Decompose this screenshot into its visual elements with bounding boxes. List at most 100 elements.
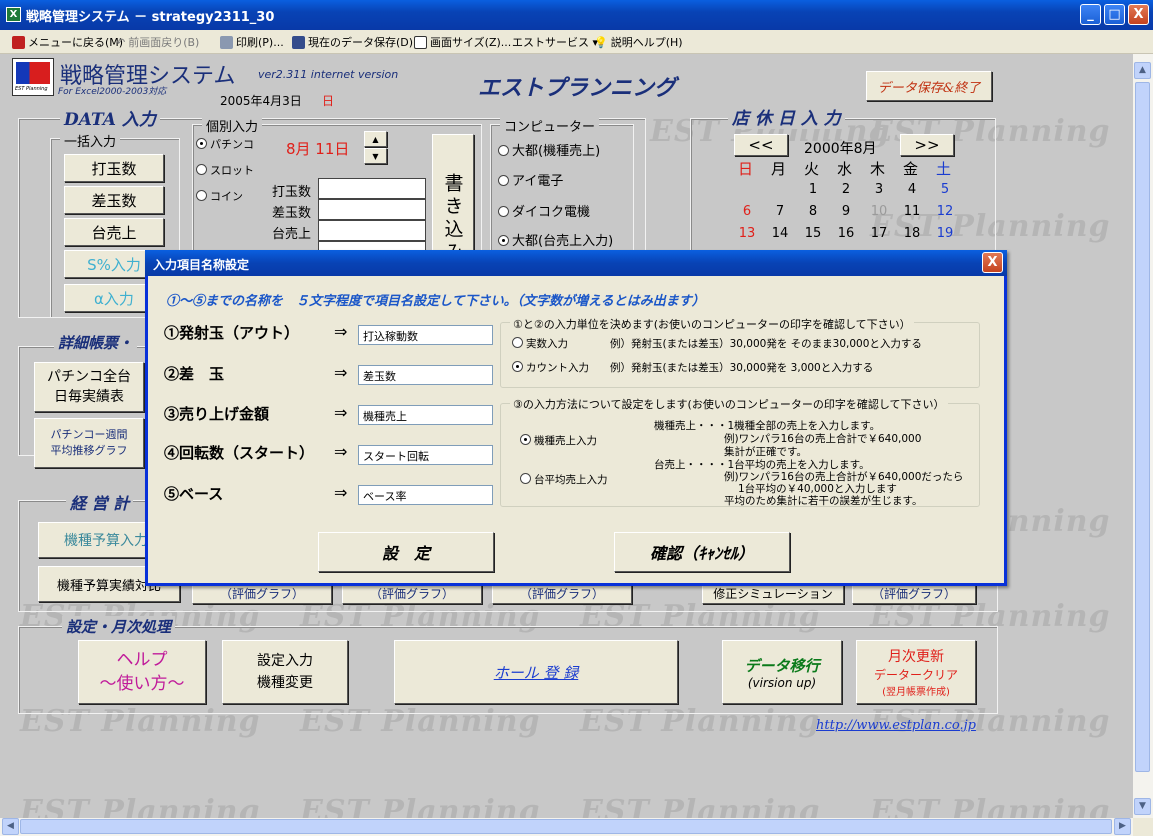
maximize-button[interactable]: □ bbox=[1104, 4, 1125, 25]
date-down-button[interactable]: ▼ bbox=[364, 148, 387, 164]
calendar-day[interactable]: 3 bbox=[866, 182, 892, 197]
scroll-right-icon[interactable]: ▶ bbox=[1114, 818, 1131, 835]
current-weekday: 日 bbox=[322, 94, 335, 108]
item-input-4[interactable]: スタート回転 bbox=[358, 445, 493, 465]
calendar-day[interactable]: 14 bbox=[767, 226, 793, 241]
settings-machine-change-button[interactable]: 設定入力 機種変更 bbox=[222, 640, 348, 704]
dialog-title: 入力項目名称設定 bbox=[153, 258, 250, 272]
screen-size-button[interactable]: 画面サイズ(Z)... bbox=[414, 34, 511, 50]
set-button[interactable]: 設 定 bbox=[318, 532, 494, 572]
calendar-day[interactable]: 12 bbox=[932, 204, 958, 219]
horizontal-scrollbar[interactable]: ◀ ▶ bbox=[0, 818, 1133, 836]
diff-input[interactable] bbox=[318, 199, 426, 220]
field-label-sales: 台売上 bbox=[272, 227, 312, 242]
radio-coin[interactable]: コイン bbox=[196, 188, 243, 204]
previous-screen-button[interactable]: ↶ 前画面戻り(B) bbox=[116, 34, 199, 50]
weekly-trend-graph-button[interactable]: パチンコー週間 平均推移グラフ bbox=[34, 418, 144, 468]
item-label-4: ④回転数（スタート） bbox=[164, 444, 315, 462]
confirm-cancel-button[interactable]: 確認（ｷｬﾝｾﾙ） bbox=[614, 532, 790, 572]
computer-label: コンピューター bbox=[500, 116, 600, 135]
radio-slot[interactable]: スロット bbox=[196, 162, 254, 178]
scroll-down-icon[interactable]: ▼ bbox=[1134, 798, 1151, 815]
weekday-header: 日 bbox=[738, 160, 754, 178]
calendar-day[interactable]: 7 bbox=[767, 204, 793, 219]
method-setting-title: ③の入力方法について設定をします(お使いのコンピューターの印字を確認して下さい） bbox=[510, 396, 948, 412]
save-and-exit-button[interactable]: データ保存&終了 bbox=[866, 71, 992, 101]
calendar-day[interactable]: 10 bbox=[866, 204, 892, 219]
calendar-day[interactable]: 19 bbox=[932, 226, 958, 241]
all-machines-daily-button[interactable]: パチンコ全台 日毎実績表 bbox=[34, 362, 144, 412]
calendar-day[interactable]: 8 bbox=[800, 204, 826, 219]
help-button[interactable]: 💡 説明ヘルプ(H) bbox=[594, 34, 683, 50]
machine-sales-button[interactable]: 台売上 bbox=[64, 218, 164, 246]
bulk-input-label: 一括入力 bbox=[60, 131, 121, 150]
hit-input[interactable] bbox=[318, 178, 426, 199]
sales-input[interactable] bbox=[318, 220, 426, 241]
weekday-header: 土 bbox=[936, 160, 952, 178]
minimize-button[interactable]: _ bbox=[1080, 4, 1101, 25]
weekday-header: 金 bbox=[903, 160, 919, 178]
website-link[interactable]: http://www.estplan.co.jp bbox=[816, 718, 976, 733]
weekday-header: 月 bbox=[771, 160, 787, 178]
watermark: EST Planning bbox=[20, 794, 261, 818]
vertical-scroll-thumb[interactable] bbox=[1135, 82, 1150, 772]
est-service-menu[interactable]: エストサービス ▾ bbox=[512, 34, 598, 50]
item-name-settings-dialog: 入力項目名称設定 X ①～⑤までの名称を ５文字程度で項目名設定して下さい。（文… bbox=[145, 250, 1007, 586]
radio-count-input[interactable]: カウント入力 bbox=[512, 360, 589, 375]
radio-machine-sales[interactable]: 機種売上入力 bbox=[520, 433, 597, 448]
radio-daito-machine[interactable]: 大都(機種売上) bbox=[498, 140, 600, 159]
calendar-day[interactable]: 2 bbox=[833, 182, 859, 197]
radio-daikoku[interactable]: ダイコク電機 bbox=[498, 201, 590, 220]
calendar-day[interactable]: 1 bbox=[800, 182, 826, 197]
calendar-day[interactable]: 18 bbox=[899, 226, 925, 241]
date-up-button[interactable]: ▲ bbox=[364, 131, 387, 147]
arrow-icon: ⇒ bbox=[334, 403, 348, 422]
calendar-day[interactable]: 4 bbox=[899, 182, 925, 197]
printer-icon bbox=[220, 35, 233, 49]
hit-balls-button[interactable]: 打玉数 bbox=[64, 154, 164, 182]
close-button[interactable]: X bbox=[1128, 4, 1149, 25]
calendar-day[interactable]: 5 bbox=[932, 182, 958, 197]
desc-avg-sales-4: 平均のため集計に若干の誤差が生じます。 bbox=[724, 495, 923, 507]
calendar-next-button[interactable]: >> bbox=[900, 134, 954, 156]
calendar-prev-button[interactable]: << bbox=[734, 134, 788, 156]
toolbar: メニューに戻る(M) ↶ 前画面戻り(B) 印刷(P)... 現在のデータ保存(D… bbox=[0, 30, 1153, 54]
item-label-1: ①発射玉（アウト） bbox=[164, 324, 300, 342]
calendar-day[interactable]: 9 bbox=[833, 204, 859, 219]
version-label: ver2.311 internet version bbox=[258, 68, 399, 81]
hall-registration-button[interactable]: ホール 登 録 bbox=[394, 640, 678, 704]
item-input-3[interactable]: 機種売上 bbox=[358, 405, 493, 425]
calendar-day[interactable]: 17 bbox=[866, 226, 892, 241]
item-input-2[interactable]: 差玉数 bbox=[358, 365, 493, 385]
diff-balls-button[interactable]: 差玉数 bbox=[64, 186, 164, 214]
calendar-day[interactable]: 16 bbox=[833, 226, 859, 241]
dialog-close-button[interactable]: X bbox=[982, 252, 1003, 273]
save-data-button[interactable]: 現在のデータ保存(D) bbox=[292, 34, 413, 50]
menu-return-button[interactable]: メニューに戻る(M) bbox=[12, 34, 123, 50]
actual-input-example: 例）発射玉(または差玉）30,000発を そのまま30,000と入力する bbox=[610, 338, 922, 350]
data-migration-button[interactable]: データ移行 (virsion up) bbox=[722, 640, 842, 704]
calendar-day[interactable]: 15 bbox=[800, 226, 826, 241]
print-button[interactable]: 印刷(P)... bbox=[220, 34, 284, 50]
calendar-day[interactable]: 11 bbox=[899, 204, 925, 219]
horizontal-scroll-thumb[interactable] bbox=[20, 819, 1112, 834]
calendar-day[interactable]: 13 bbox=[734, 226, 760, 241]
scroll-left-icon[interactable]: ◀ bbox=[2, 818, 19, 835]
item-label-5: ⑤ベース bbox=[164, 485, 224, 503]
radio-avg-sales[interactable]: 台平均売上入力 bbox=[520, 472, 608, 487]
radio-actual-input[interactable]: 実数入力 bbox=[512, 336, 568, 351]
excel-icon: X bbox=[6, 7, 21, 22]
radio-daito-unit[interactable]: 大都(台売上入力) bbox=[498, 230, 613, 249]
company-name: エストプランニング bbox=[478, 75, 677, 101]
field-label-diff: 差玉数 bbox=[272, 206, 312, 221]
item-input-1[interactable]: 打込稼動数 bbox=[358, 325, 493, 345]
radio-ai-denshi[interactable]: アイ電子 bbox=[498, 170, 563, 189]
scroll-up-icon[interactable]: ▲ bbox=[1134, 62, 1151, 79]
vertical-scrollbar[interactable]: ▲ ▼ bbox=[1133, 54, 1153, 818]
calendar-day[interactable]: 6 bbox=[734, 204, 760, 219]
item-input-5[interactable]: ベース率 bbox=[358, 485, 493, 505]
monthly-update-button[interactable]: 月次更新 データークリア (翌月帳票作成) bbox=[856, 640, 976, 704]
help-usage-button[interactable]: ヘルプ ～使い方～ bbox=[78, 640, 206, 704]
weekday-header: 水 bbox=[837, 160, 853, 178]
radio-pachinko[interactable]: パチンコ bbox=[196, 136, 254, 152]
